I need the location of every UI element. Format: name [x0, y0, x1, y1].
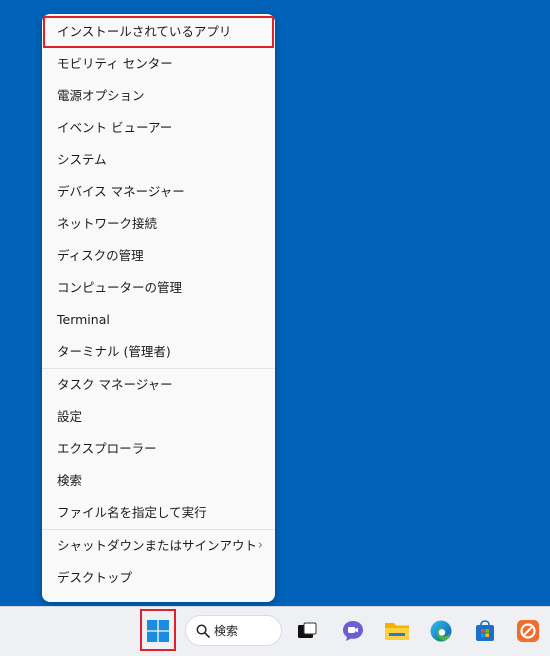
menu-item-run[interactable]: ファイル名を指定して実行	[42, 497, 275, 529]
pinned-app-button[interactable]	[511, 614, 545, 648]
store-icon	[476, 620, 494, 641]
file-explorer-button[interactable]	[380, 614, 414, 648]
search-icon	[196, 624, 210, 638]
menu-item-shutdown-signout[interactable]: シャットダウンまたはサインアウト ›	[42, 530, 275, 562]
menu-item-settings[interactable]: 設定	[42, 401, 275, 433]
menu-item-desktop[interactable]: デスクトップ	[42, 562, 275, 594]
menu-item-label: シャットダウンまたはサインアウト	[57, 538, 258, 553]
meet-chat-button[interactable]	[336, 614, 370, 648]
file-explorer-icon	[385, 623, 409, 640]
menu-item-event-viewer[interactable]: イベント ビューアー	[42, 112, 275, 144]
start-button-highlight	[140, 609, 176, 651]
taskbar: 検索	[0, 606, 550, 656]
task-view-icon	[298, 622, 317, 638]
menu-item-terminal[interactable]: Terminal	[42, 304, 275, 336]
search-label: 検索	[214, 624, 239, 638]
menu-item-power-options[interactable]: 電源オプション	[42, 80, 275, 112]
chevron-right-icon: ›	[257, 538, 263, 553]
meet-chat-icon	[343, 621, 363, 641]
menu-item-task-manager[interactable]: タスク マネージャー	[42, 369, 275, 401]
menu-item-computer-management[interactable]: コンピューターの管理	[42, 272, 275, 304]
app-icon	[517, 620, 539, 642]
store-button[interactable]	[468, 614, 502, 648]
task-view-button[interactable]	[290, 614, 324, 648]
menu-item-explorer[interactable]: エクスプローラー	[42, 433, 275, 465]
menu-item-mobility-center[interactable]: モビリティ センター	[42, 48, 275, 80]
menu-item-disk-management[interactable]: ディスクの管理	[42, 240, 275, 272]
menu-item-system[interactable]: システム	[42, 144, 275, 176]
edge-icon	[430, 620, 452, 642]
menu-item-network-connections[interactable]: ネットワーク接続	[42, 208, 275, 240]
menu-item-device-manager[interactable]: デバイス マネージャー	[42, 176, 275, 208]
edge-button[interactable]	[424, 614, 458, 648]
winx-context-menu: インストールされているアプリ モビリティ センター 電源オプション イベント ビ…	[42, 14, 275, 602]
menu-item-search[interactable]: 検索	[42, 465, 275, 497]
menu-item-terminal-admin[interactable]: ターミナル (管理者)	[42, 336, 275, 368]
taskbar-search-box[interactable]: 検索	[185, 615, 282, 646]
menu-item-installed-apps[interactable]: インストールされているアプリ	[43, 16, 274, 48]
